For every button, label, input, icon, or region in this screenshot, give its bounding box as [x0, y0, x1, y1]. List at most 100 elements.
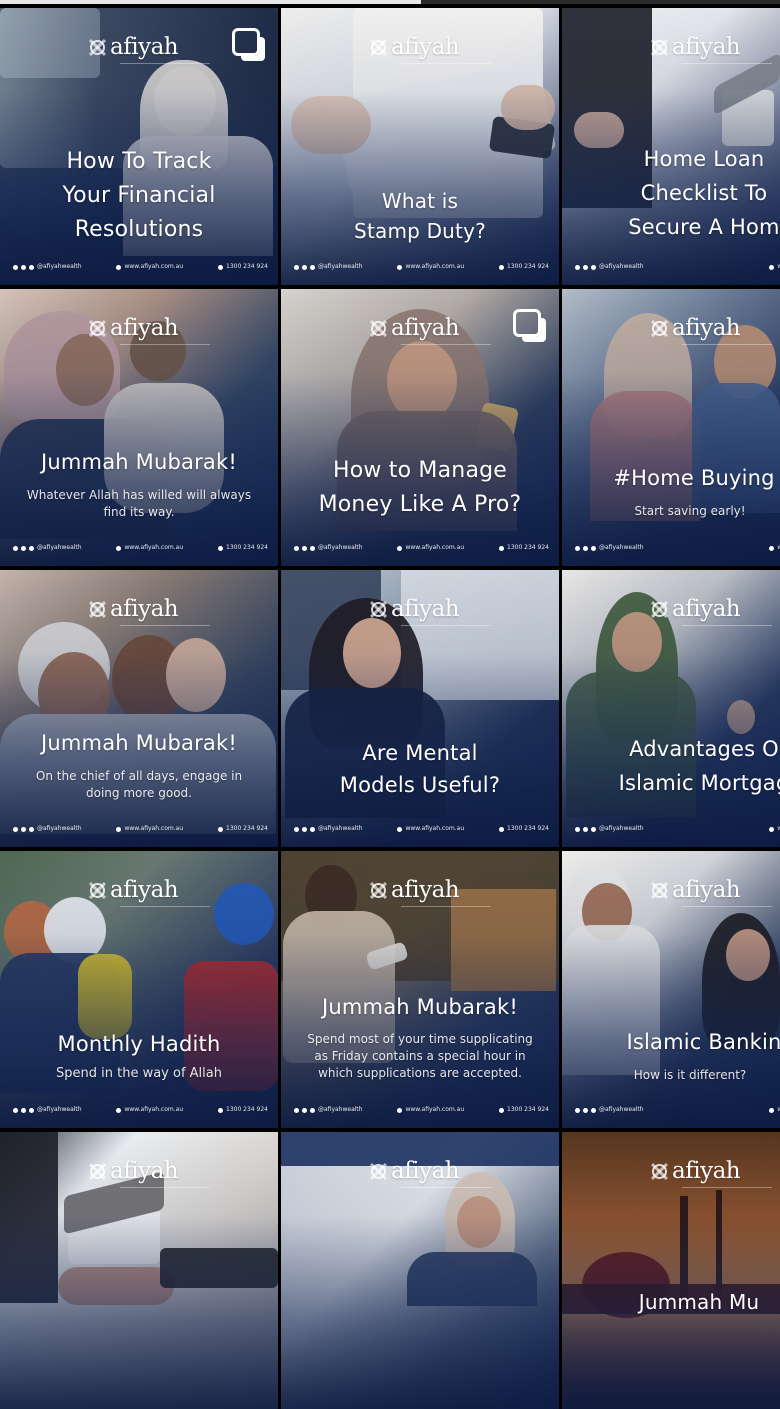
post-tile-islamic-mortgage[interactable]: afiyah Advantages O Islamic Mortgag @afi… [562, 570, 780, 847]
brand-name: afiyah [672, 596, 741, 622]
website-link: www.afiyah.com.au [769, 825, 780, 833]
post-tile-jummah-mubarak-1[interactable]: afiyah Jummah Mubarak! Whatever Allah ha… [0, 289, 278, 566]
brand-name: afiyah [110, 877, 179, 903]
brand-name: afiyah [391, 596, 460, 622]
post-tile-home-loan-checklist[interactable]: afiyah Home Loan Checklist To Secure A H… [562, 8, 780, 285]
website-link: www.afiyah.com.au [397, 1106, 464, 1114]
website-link: www.afiyah.com.au [116, 263, 183, 271]
social-handle: @afiyahwealth [13, 825, 82, 833]
brand-tagline-line [120, 625, 210, 630]
post-footer: @afiyahwealth www.afiyah.com.au [575, 263, 780, 271]
phone-number: 1300 234 924 [218, 544, 268, 552]
brand-name: afiyah [110, 596, 179, 622]
afiyah-logo-icon [652, 602, 667, 617]
post-title: Jummah Mubarak! [41, 450, 237, 474]
phone-number: 1300 234 924 [218, 263, 268, 271]
website-link: www.afiyah.com.au [116, 544, 183, 552]
social-handle: @afiyahwealth [294, 1106, 363, 1114]
brand-tagline-line [401, 344, 491, 349]
brand-tagline-line [120, 906, 210, 911]
website-link: www.afiyah.com.au [397, 263, 464, 271]
brand-logo: afiyah [371, 317, 460, 340]
post-footer: @afiyahwealth www.afiyah.com.au [575, 1106, 780, 1114]
social-handle: @afiyahwealth [294, 825, 363, 833]
brand-logo: afiyah [652, 596, 741, 622]
post-tile-professional-woman[interactable]: afiyah [281, 1132, 559, 1409]
website-link: www.afiyah.com.au [397, 825, 464, 833]
brand-name: afiyah [110, 315, 179, 341]
phone-number: 1300 234 924 [218, 825, 268, 833]
brand-logo: afiyah [371, 36, 460, 59]
website-link: www.afiyah.com.au [397, 544, 464, 552]
multi-post-icon [513, 309, 541, 337]
post-tile-jummah-mubarak-3[interactable]: afiyah Jummah Mubarak! Spend most of you… [281, 851, 559, 1128]
brand-tagline-line [120, 63, 210, 68]
brand-logo: afiyah [90, 1158, 179, 1184]
post-title: What is Stamp Duty? [354, 189, 486, 243]
website-link: www.afiyah.com.au [769, 263, 780, 271]
post-tile-house-model[interactable]: afiyah [0, 1132, 278, 1409]
post-tile-jummah-mubarak-2[interactable]: afiyah Jummah Mubarak! On the chief of a… [0, 570, 278, 847]
post-tile-islamic-banking[interactable]: afiyah Islamic Bankin How is it differen… [562, 851, 780, 1128]
story-progress-fill [0, 0, 422, 4]
story-progress-bar [0, 0, 780, 4]
post-tile-financial-resolutions[interactable]: afiyah How To Track Your Financial Resol… [0, 8, 278, 285]
afiyah-logo-icon [90, 1164, 105, 1179]
phone-number: 1300 234 924 [499, 263, 549, 271]
post-subtitle: Spend in the way of Allah [56, 1066, 222, 1081]
afiyah-logo-icon [652, 1164, 667, 1179]
website-link: www.afiyah.com.au [769, 1106, 780, 1114]
post-footer: @afiyahwealth www.afiyah.com.au 1300 234… [294, 263, 549, 271]
post-tile-manage-money[interactable]: afiyah How to Manage Money Like A Pro? @… [281, 289, 559, 566]
social-handle: @afiyahwealth [575, 825, 644, 833]
brand-logo: afiyah [371, 596, 460, 622]
brand-tagline-line [682, 344, 772, 349]
post-tile-mental-models[interactable]: afiyah Are Mental Models Useful? @afiyah… [281, 570, 559, 847]
brand-logo: afiyah [90, 596, 179, 622]
brand-name: afiyah [672, 877, 741, 903]
post-subtitle: Start saving early! [634, 504, 746, 518]
brand-tagline-line [682, 625, 772, 630]
brand-name: afiyah [391, 877, 460, 903]
post-title: How to Manage Money Like A Pro? [318, 458, 522, 517]
website-link: www.afiyah.com.au [116, 825, 183, 833]
afiyah-logo-icon [371, 1164, 386, 1179]
brand-logo: afiyah [371, 877, 460, 903]
brand-name: afiyah [672, 315, 741, 341]
multi-post-icon [232, 28, 260, 56]
social-handle: @afiyahwealth [575, 1106, 644, 1114]
afiyah-logo-icon [652, 321, 667, 336]
post-title: Jummah Mubarak! [322, 995, 518, 1019]
brand-tagline-line [401, 63, 491, 68]
brand-logo: afiyah [652, 877, 741, 903]
post-footer: @afiyahwealth www.afiyah.com.au 1300 234… [13, 825, 268, 833]
brand-tagline-line [120, 344, 210, 349]
brand-logo: afiyah [371, 1160, 460, 1183]
afiyah-logo-icon [652, 883, 667, 898]
website-link: www.afiyah.com.au [116, 1106, 183, 1114]
post-title: Advantages O Islamic Mortgag [618, 737, 780, 795]
post-footer: @afiyahwealth www.afiyah.com.au 1300 234… [13, 544, 268, 552]
post-tile-home-buying-tips[interactable]: afiyah #Home Buying T Start saving early… [562, 289, 780, 566]
afiyah-logo-icon [90, 883, 105, 898]
afiyah-logo-icon [90, 321, 105, 336]
brand-name: afiyah [110, 1158, 179, 1184]
post-footer: @afiyahwealth www.afiyah.com.au 1300 234… [294, 1106, 549, 1114]
post-grid: afiyah How To Track Your Financial Resol… [0, 8, 780, 1409]
post-title: Are Mental Models Useful? [339, 741, 501, 797]
brand-logo: afiyah [90, 877, 179, 903]
post-tile-monthly-hadith[interactable]: afiyah Monthly Hadith Spend in the way o… [0, 851, 278, 1128]
brand-tagline-line [682, 1187, 772, 1192]
social-handle: @afiyahwealth [13, 263, 82, 271]
afiyah-logo-icon [90, 602, 105, 617]
brand-logo: afiyah [652, 1158, 741, 1184]
brand-tagline-line [401, 625, 491, 630]
social-handle: @afiyahwealth [13, 1106, 82, 1114]
brand-tagline-line [682, 63, 772, 68]
post-tile-jummah-sunset[interactable]: afiyah Jummah Mu [562, 1132, 780, 1409]
social-handle: @afiyahwealth [13, 544, 82, 552]
afiyah-logo-icon [371, 321, 386, 336]
post-footer: @afiyahwealth www.afiyah.com.au [575, 544, 780, 552]
post-tile-stamp-duty[interactable]: afiyah What is Stamp Duty? @afiyahwealth… [281, 8, 559, 285]
brand-name: afiyah [672, 1158, 741, 1184]
